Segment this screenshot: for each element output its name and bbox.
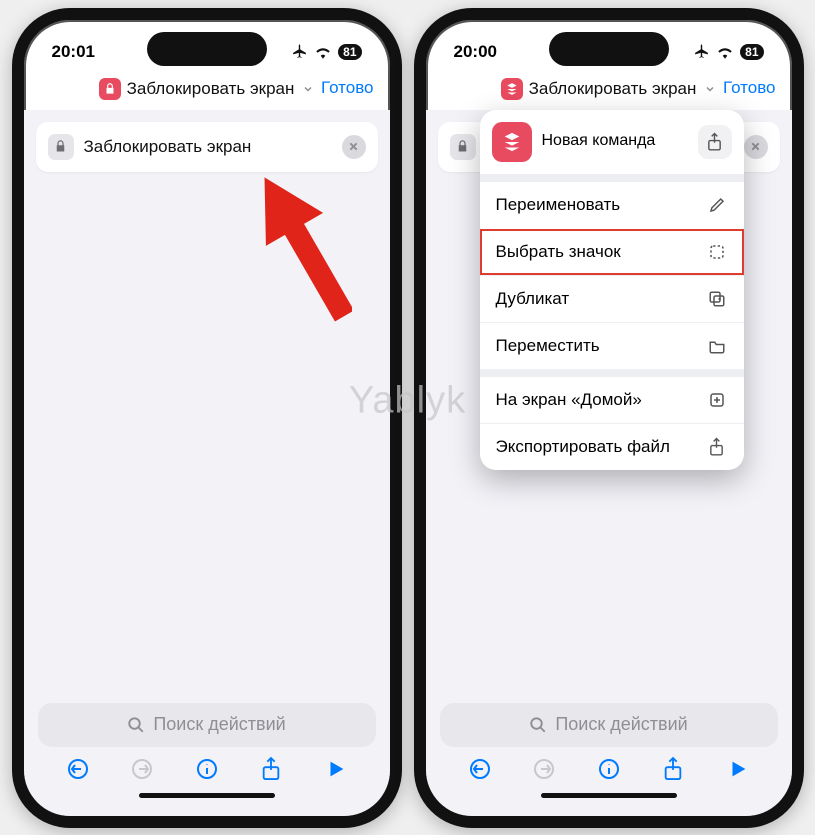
home-indicator[interactable] [541,793,677,798]
status-time: 20:01 [52,42,95,62]
dynamic-island [549,32,669,66]
redo-button[interactable] [530,755,558,783]
folder-icon [706,337,728,355]
info-button[interactable] [193,755,221,783]
popover-header: Новая команда [480,110,744,174]
clear-action-button[interactable] [342,135,366,159]
shortcut-header: Заблокировать экран Готово [426,70,792,110]
popover-title: Новая команда [542,132,688,150]
menu-choose-icon[interactable]: Выбрать значок [480,228,744,275]
dynamic-island [147,32,267,66]
search-actions-input[interactable]: Поиск действий [440,703,778,747]
editor-canvas[interactable]: Заблокировать экран Новая команда Переим… [426,110,792,693]
undo-button[interactable] [466,755,494,783]
title-popover-menu: Новая команда Переименовать Выбрать знач… [480,110,744,470]
popover-separator [480,174,744,182]
menu-add-home[interactable]: На экран «Домой» [480,377,744,423]
bottom-area: Поиск действий [24,693,390,816]
airplane-icon [693,43,710,60]
lock-icon [450,134,476,160]
shortcut-icon [99,78,121,100]
menu-label: Выбрать значок [496,242,621,262]
share-button[interactable] [659,755,687,783]
run-button[interactable] [724,755,752,783]
shortcut-icon [501,78,523,100]
annotation-arrow-icon [262,166,352,336]
popover-share-button[interactable] [698,125,732,159]
bottom-area: Поиск действий [426,693,792,816]
plus-square-icon [706,391,728,409]
undo-button[interactable] [64,755,92,783]
share-icon [706,437,728,457]
battery-icon: 81 [338,44,361,60]
wifi-icon [314,45,332,59]
status-icons: 81 [291,43,361,60]
shortcut-title-button[interactable]: Заблокировать экран [99,78,315,100]
battery-icon: 81 [740,44,763,60]
done-button[interactable]: Готово [723,78,776,98]
dashed-square-icon [706,243,728,261]
airplane-icon [291,43,308,60]
menu-move[interactable]: Переместить [480,322,744,369]
menu-label: Экспортировать файл [496,437,670,457]
editor-canvas[interactable]: Заблокировать экран [24,110,390,693]
clear-action-button[interactable] [744,135,768,159]
status-icons: 81 [693,43,763,60]
action-title: Заблокировать экран [84,137,332,157]
search-icon [529,716,547,734]
action-card[interactable]: Заблокировать экран [36,122,378,172]
bottom-toolbar [440,747,778,789]
chevron-down-icon [704,83,716,95]
status-time: 20:00 [454,42,497,62]
shortcut-title: Заблокировать экран [529,79,697,99]
search-icon [127,716,145,734]
popover-separator [480,369,744,377]
chevron-down-icon [302,83,314,95]
duplicate-icon [706,290,728,308]
home-indicator[interactable] [139,793,275,798]
menu-rename[interactable]: Переименовать [480,182,744,228]
pencil-icon [706,196,728,214]
shortcut-title: Заблокировать экран [127,79,295,99]
info-button[interactable] [595,755,623,783]
menu-duplicate[interactable]: Дубликат [480,275,744,322]
phone-right: 20:00 81 Заблокировать экран Готово [414,8,804,828]
shortcut-header: Заблокировать экран Готово [24,70,390,110]
menu-label: На экран «Домой» [496,390,642,410]
search-placeholder: Поиск действий [555,714,687,735]
shortcut-title-button[interactable]: Заблокировать экран [501,78,717,100]
menu-label: Дубликат [496,289,570,309]
menu-label: Переименовать [496,195,621,215]
popover-app-icon [492,122,532,162]
bottom-toolbar [38,747,376,789]
phone-left: 20:01 81 Заблокировать экран Готово [12,8,402,828]
search-actions-input[interactable]: Поиск действий [38,703,376,747]
done-button[interactable]: Готово [321,78,374,98]
run-button[interactable] [322,755,350,783]
menu-export-file[interactable]: Экспортировать файл [480,423,744,470]
share-button[interactable] [257,755,285,783]
search-placeholder: Поиск действий [153,714,285,735]
menu-label: Переместить [496,336,600,356]
redo-button[interactable] [128,755,156,783]
wifi-icon [716,45,734,59]
lock-icon [48,134,74,160]
